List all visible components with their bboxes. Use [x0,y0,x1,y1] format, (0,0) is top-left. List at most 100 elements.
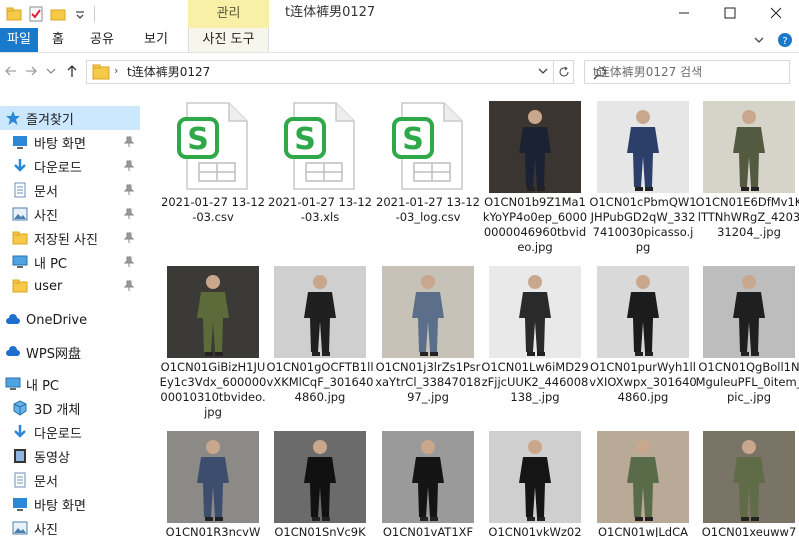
sidebar-item-label: OneDrive [26,312,88,328]
recent-dropdown-icon[interactable] [42,62,60,80]
svg-text:?: ? [782,36,787,47]
photo-thumbnail [266,428,374,523]
cloud-icon [5,312,21,328]
sidebar-item-label: 3D 개체 [34,402,81,418]
photo-thumbnail [589,98,697,193]
tab-picture-tools[interactable]: 사진 도구 [188,28,269,52]
tab-view[interactable]: 보기 [136,28,176,52]
pin-icon[interactable] [123,184,135,199]
photo-thumbnail [159,428,267,523]
sidebar-item-label: 문서 [34,184,58,200]
file-name: O1CN01vAT1XF [382,525,474,537]
new-folder-icon[interactable] [50,6,66,22]
sidebar-item-label: 바탕 화면 [34,498,86,514]
title-bar: 관리 t连体裤男0127 [0,0,799,28]
cube-icon [12,400,28,416]
photo-thumbnail [589,428,697,523]
navigation-pane: 즐겨찾기 바탕 화면 다운로드 문서 사진 저장된 사진 내 PC user OneDrive W… [0,100,140,537]
pictures-icon [12,520,28,536]
search-icon[interactable] [593,65,783,87]
sidebar-item[interactable]: WPS网盘 [0,340,140,364]
sidebar-item[interactable]: 저장된 사진 [0,226,140,250]
folder-icon [92,64,110,83]
sidebar-item[interactable]: 3D 개체 [0,396,140,420]
photo-thumbnail [374,263,482,358]
file-name: O1CN01SnVc9K [274,525,366,537]
address-bar[interactable]: › t连体裤男0127 [86,60,554,84]
photo-thumbnail [159,263,267,358]
folder-small-icon[interactable] [6,6,22,22]
folder-icon [12,278,28,294]
address-dropdown-icon[interactable] [537,65,549,80]
sidebar-item[interactable]: 바탕 화면 [0,492,140,516]
sidebar-item[interactable]: 사진 [0,202,140,226]
sidebar-item[interactable]: OneDrive [0,308,140,332]
customize-qat-icon[interactable] [72,6,88,22]
file-explorer-window: 관리 t连体裤男0127 파일 홈 공유 보기 사진 도구 ? › t连体裤男0… [0,0,799,537]
ribbon-tabs: 파일 홈 공유 보기 사진 도구 ? [0,28,799,53]
breadcrumb-separator-icon[interactable]: › [114,64,118,77]
sidebar-item-label: 사진 [34,208,58,224]
folder-icon [12,230,28,246]
properties-icon[interactable] [28,6,44,22]
file-name: O1CN01xeuww7 [701,525,797,537]
svg-text:S: S [294,122,316,157]
sidebar-item[interactable]: user [0,274,140,298]
file-name: O1CN01cPbmQW1JHPubGD2qW_3327410030picass… [589,195,697,254]
file-name: O1CN01R3ncvW [165,525,261,537]
sidebar-item[interactable]: 문서 [0,178,140,202]
pictures-icon [12,206,28,222]
file-name: O1CN01purWyh1llvXIOXwpx_3016404860.jpg [589,360,697,404]
pin-icon[interactable] [123,160,135,175]
maximize-button[interactable] [707,0,753,26]
close-button[interactable] [753,0,799,26]
sidebar-item-label: 내 PC [34,256,68,272]
sidebar-item[interactable]: 동영상 [0,444,140,468]
pin-icon[interactable] [123,232,135,247]
quick-access-toolbar [0,4,95,24]
search-input[interactable]: t连体裤男0127 검색 [584,60,790,84]
sidebar-item[interactable]: 즐겨찾기 [0,106,140,130]
up-arrow-icon[interactable] [63,62,81,80]
refresh-button[interactable] [554,60,574,84]
pin-icon[interactable] [123,256,135,271]
sidebar-item-label: WPS网盘 [26,346,81,362]
photo-thumbnail [481,428,589,523]
photo-thumbnail [695,98,799,193]
sidebar-item[interactable]: 내 PC [0,250,140,274]
address-row: › t连体裤男0127 t连体裤男0127 검색 [0,58,799,86]
tab-share[interactable]: 공유 [82,28,122,52]
sidebar-item[interactable]: 문서 [0,468,140,492]
sidebar-item[interactable]: 바탕 화면 [0,130,140,154]
sidebar-item[interactable]: 다운로드 [0,420,140,444]
tab-file[interactable]: 파일 [0,28,38,52]
pin-icon[interactable] [123,208,135,223]
help-icon[interactable]: ? [777,32,793,51]
file-name: O1CN01Lw6iMD29zFjjcUUK2_446008138_.jpg [481,360,589,404]
sidebar-item[interactable]: 내 PC [0,372,140,396]
context-group-label: 관리 [188,0,269,28]
sidebar-item[interactable]: 다운로드 [0,154,140,178]
file-name: O1CN01b9Z1Ma1kYoYP4o0ep_60000000046960tb… [482,195,588,254]
file-name: 2021-01-27 13-12-03_log.csv [376,195,480,224]
pin-icon[interactable] [123,280,135,295]
minimize-button[interactable] [661,0,707,26]
download-icon [12,158,28,174]
svg-text:S: S [402,122,424,157]
pin-icon[interactable] [123,136,135,151]
back-arrow-icon[interactable] [2,62,20,80]
file-name: O1CN01QgBoll1NMguleuPFL_0item_pic_.jpg [695,360,799,404]
video-icon [12,448,28,464]
sidebar-item[interactable]: 사진 [0,516,140,537]
breadcrumb-path[interactable]: t连体裤男0127 [127,61,210,83]
photo-thumbnail [481,263,589,358]
sidebar-item-label: 동영상 [34,450,70,466]
wps-spreadsheet-icon: S [159,98,267,193]
tab-home[interactable]: 홈 [44,28,72,52]
star-icon [5,110,21,126]
wps-spreadsheet-icon: S [266,98,374,193]
sidebar-item-label: user [34,278,63,294]
expand-ribbon-icon[interactable] [753,34,765,49]
forward-arrow-icon[interactable] [22,62,40,80]
pc-icon [5,376,21,392]
